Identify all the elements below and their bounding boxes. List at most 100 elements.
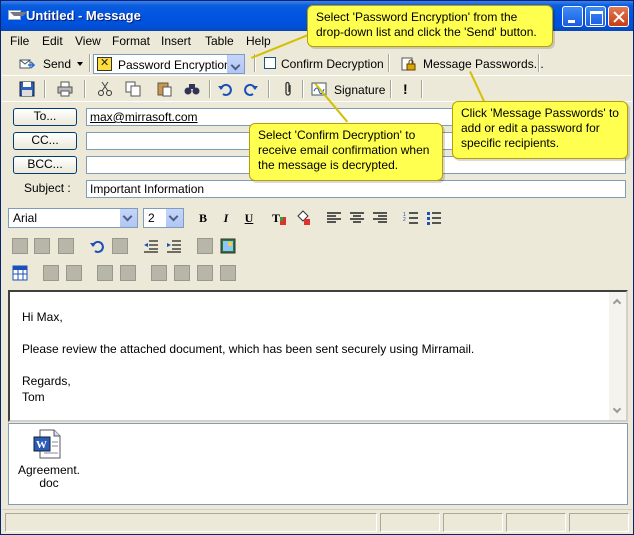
encryption-selected: Password Encryption (118, 58, 231, 72)
menu-help[interactable]: Help (246, 34, 271, 48)
signature-button[interactable]: Signature (334, 83, 385, 97)
status-pane (569, 513, 629, 532)
toolbar-separator (421, 80, 423, 98)
redo-icon[interactable] (243, 81, 259, 97)
find-icon[interactable] (184, 81, 200, 97)
menu-insert[interactable]: Insert (161, 34, 191, 48)
disabled-tool-icon (34, 238, 50, 254)
print-icon[interactable] (57, 81, 73, 97)
body-paragraph: Please review the attached document, whi… (22, 342, 475, 356)
encryption-icon (97, 56, 112, 71)
send-options-arrow-icon[interactable] (77, 62, 83, 66)
italic-button[interactable]: I (218, 210, 234, 226)
disabled-tool-icon (197, 238, 213, 254)
status-pane (5, 513, 377, 532)
undo-icon[interactable] (217, 81, 233, 97)
message-passwords-button[interactable]: Message Passwords... (423, 57, 544, 71)
disabled-tool-icon (174, 265, 190, 281)
svg-text:W: W (36, 439, 47, 451)
send-button[interactable]: Send (43, 57, 71, 71)
chevron-down-icon[interactable] (120, 209, 137, 227)
paperclip-icon[interactable] (280, 81, 296, 97)
attachment-name[interactable]: Agreement.doc (15, 464, 83, 490)
window-title: Untitled - Message (26, 8, 141, 23)
cut-icon[interactable] (97, 81, 113, 97)
align-left-icon[interactable] (326, 210, 342, 226)
disabled-tool-icon (120, 265, 136, 281)
subject-field[interactable]: Important Information (86, 180, 626, 198)
font-size-value: 2 (148, 211, 155, 225)
font-select[interactable]: Arial (8, 208, 138, 228)
insert-picture-icon[interactable] (220, 238, 236, 254)
bcc-button[interactable]: BCC... (13, 156, 77, 174)
save-icon[interactable] (19, 81, 35, 97)
paste-icon[interactable] (156, 81, 172, 97)
status-pane (443, 513, 503, 532)
disabled-tool-icon (112, 238, 128, 254)
underline-button[interactable]: U (241, 210, 257, 226)
toolbar-separator (84, 80, 86, 98)
key-icon[interactable] (400, 56, 416, 72)
word-document-icon[interactable]: W (32, 428, 64, 460)
envelope-icon (8, 10, 27, 20)
message-passwords-callout: Click 'Message Passwords' to add or edit… (452, 101, 628, 159)
minimize-button[interactable] (562, 6, 583, 27)
decrease-indent-icon[interactable] (143, 238, 159, 254)
menu-file[interactable]: File (10, 34, 29, 48)
main-toolbar: Send Password Encryption Confirm Decrypt… (2, 51, 632, 76)
priority-button[interactable]: ! (403, 81, 408, 97)
to-button[interactable]: To... (13, 108, 77, 126)
chevron-down-icon[interactable] (227, 55, 244, 73)
align-center-icon[interactable] (349, 210, 365, 226)
font-value: Arial (13, 211, 38, 225)
highlight-icon[interactable] (295, 210, 311, 226)
edit-toolbar: Signature ! (2, 77, 632, 102)
disabled-tool-icon (197, 265, 213, 281)
numbered-list-icon[interactable]: 12 (403, 210, 419, 226)
toolbar-separator (302, 80, 304, 98)
menu-edit[interactable]: Edit (42, 34, 63, 48)
toolbar-separator (390, 80, 392, 98)
bold-button[interactable]: B (195, 210, 211, 226)
copy-icon[interactable] (125, 81, 141, 97)
confirm-decryption-label[interactable]: Confirm Decryption (281, 57, 384, 71)
toolbar-separator (89, 54, 91, 72)
message-window: Untitled - Message File Edit View Format… (0, 0, 634, 535)
chevron-down-icon[interactable] (166, 209, 183, 227)
toolbar-separator (268, 80, 270, 98)
bullet-list-icon[interactable] (426, 210, 442, 226)
status-bar (2, 509, 632, 534)
body-signature: Tom (22, 390, 45, 404)
increase-indent-icon[interactable] (166, 238, 182, 254)
body-closing: Regards, (22, 374, 71, 388)
scroll-down-icon[interactable] (612, 404, 622, 414)
maximize-button[interactable] (585, 6, 606, 27)
toolbar-separator (538, 54, 540, 72)
body-greeting: Hi Max, (22, 310, 63, 324)
encryption-dropdown[interactable]: Password Encryption (93, 54, 245, 74)
disabled-tool-icon (43, 265, 59, 281)
vertical-scrollbar[interactable] (609, 292, 626, 420)
font-size-select[interactable]: 2 (143, 208, 184, 228)
disabled-tool-icon (12, 238, 28, 254)
confirm-decryption-checkbox[interactable] (264, 57, 276, 69)
disabled-tool-icon (58, 238, 74, 254)
scroll-up-icon[interactable] (612, 298, 622, 308)
svg-text:T: T (272, 211, 280, 225)
menu-format[interactable]: Format (112, 34, 150, 48)
toolbar-separator (209, 80, 211, 98)
disabled-tool-icon (220, 265, 236, 281)
message-body-editor[interactable]: Hi Max, Please review the attached docum… (8, 290, 628, 422)
close-button[interactable] (608, 6, 629, 27)
cc-button[interactable]: CC... (13, 132, 77, 150)
toolbar-separator (388, 54, 390, 72)
undo-icon[interactable] (89, 238, 105, 254)
font-color-icon[interactable]: T (271, 210, 287, 226)
menu-view[interactable]: View (75, 34, 101, 48)
align-right-icon[interactable] (372, 210, 388, 226)
insert-table-icon[interactable] (12, 265, 28, 281)
send-icon[interactable] (19, 56, 35, 72)
status-pane (506, 513, 566, 532)
attachments-pane: W Agreement.doc (8, 423, 628, 505)
menu-table[interactable]: Table (205, 34, 234, 48)
